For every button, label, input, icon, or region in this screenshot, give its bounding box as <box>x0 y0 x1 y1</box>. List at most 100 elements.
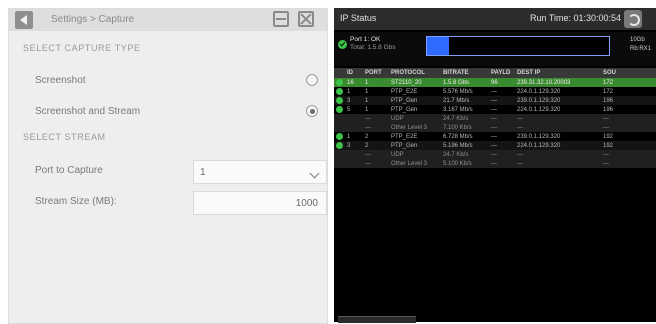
radio-screenshot-stream[interactable] <box>306 105 318 117</box>
table-cell: 5.576 Mb/s <box>441 87 489 96</box>
table-row[interactable]: 16 1 ST2110_20 1.5.8 Gbs 96 239.31.32.10.2000… <box>334 78 656 87</box>
table-cell: — <box>601 114 656 123</box>
table-cell: 1 <box>363 105 389 114</box>
table-row[interactable]: — Other Level 3 7.100 Kb/s — — — <box>334 123 656 132</box>
column-header[interactable]: BITRATE <box>441 68 489 78</box>
table-cell: — <box>515 159 601 168</box>
table-cell: — <box>601 123 656 132</box>
table-cell: 21.7 Mb/s <box>441 96 489 105</box>
table-cell: PTP_Gen <box>389 141 441 150</box>
table-cell: — <box>489 150 515 159</box>
port-status-text: Port 1: OK <box>350 36 381 43</box>
table-cell: Other Level 3 <box>389 159 441 168</box>
table-cell: — <box>489 132 515 141</box>
status-ok-icon <box>336 87 343 95</box>
table-cell: — <box>363 114 389 123</box>
capture-settings-panel: Settings > Capture SELECT CAPTURE TYPE S… <box>8 8 328 324</box>
column-header[interactable]: PORT <box>363 68 389 78</box>
table-cell: — <box>489 87 515 96</box>
table-cell: 224.0.1.129.320 <box>515 105 601 114</box>
column-header[interactable]: SOU <box>601 68 656 78</box>
table-cell: 96 <box>489 78 515 87</box>
table-cell: 1 <box>363 96 389 105</box>
table-cell: 7.100 Kb/s <box>441 123 489 132</box>
breadcrumb: Settings > Capture <box>51 14 135 25</box>
table-cell: 1 <box>345 87 363 96</box>
table-cell <box>334 87 345 96</box>
table-cell <box>345 123 363 132</box>
port-ok-icon <box>338 40 347 49</box>
column-header[interactable]: PROTOCOL <box>389 68 441 78</box>
settings-title-bar: Settings > Capture <box>9 9 327 31</box>
stream-size-label: Stream Size (MB): <box>35 196 117 207</box>
port-select[interactable]: 1 <box>193 160 327 184</box>
table-cell: UDP <box>389 114 441 123</box>
close-icon[interactable] <box>298 11 314 27</box>
column-header[interactable]: PAYLD <box>489 68 515 78</box>
table-row[interactable]: — UDP 24.7 Kb/s — — — <box>334 114 656 123</box>
column-header[interactable]: DEST IP <box>515 68 601 78</box>
table-cell: 224.0.1.129.320 <box>515 87 601 96</box>
column-header[interactable] <box>334 68 345 78</box>
table-row[interactable]: 5 1 PTP_Gen 3.167 Mb/s —224.0.1.129.320 196 <box>334 105 656 114</box>
link-rx: Rb:RX1 <box>630 46 652 52</box>
table-cell: — <box>489 123 515 132</box>
status-ok-icon <box>336 96 343 104</box>
table-cell: 6.728 Mb/s <box>441 132 489 141</box>
table-cell: — <box>363 123 389 132</box>
table-cell <box>345 159 363 168</box>
table-row[interactable]: — UDP 24.7 Kb/s — — — <box>334 150 656 159</box>
radio-screenshot[interactable] <box>306 74 318 86</box>
table-cell: 5.196 Mb/s <box>441 141 489 150</box>
table-cell: PTP_E2E <box>389 132 441 141</box>
table-cell: 3.167 Mb/s <box>441 105 489 114</box>
refresh-button[interactable] <box>624 10 642 28</box>
table-row[interactable]: — Other Level 3 5.100 Kb/s — — — <box>334 159 656 168</box>
table-cell: PTP_E2E <box>389 87 441 96</box>
table-cell: — <box>489 96 515 105</box>
table-cell <box>334 78 345 87</box>
table-cell: UDP <box>389 150 441 159</box>
section-select-stream: SELECT STREAM <box>23 132 106 142</box>
back-button[interactable] <box>15 11 33 29</box>
stream-size-input[interactable]: 1000 <box>193 191 327 215</box>
chevron-down-icon <box>309 168 320 179</box>
port-info: Port 1: OK Total: 1.5.8 Gbs <box>350 36 396 52</box>
table-row[interactable]: 3 2 PTP_Gen 5.196 Mb/s —224.0.1.129.320 192 <box>334 141 656 150</box>
table-cell: — <box>489 105 515 114</box>
table-cell: ST2110_20 <box>389 78 441 87</box>
split-view-icon[interactable] <box>273 11 289 27</box>
table-cell <box>334 150 345 159</box>
table-row[interactable]: 3 1 PTP_Gen 21.7 Mb/s —239.0.1.129.320 196 <box>334 96 656 105</box>
table-cell: — <box>515 123 601 132</box>
back-arrow-icon <box>20 15 27 25</box>
table-cell: 224.0.1.129.320 <box>515 141 601 150</box>
port-total-text: Total: 1.5.8 Gbs <box>350 44 396 51</box>
table-cell: 2 <box>363 141 389 150</box>
table-cell: PTP_Gen <box>389 105 441 114</box>
option-screenshot-stream-label: Screenshot and Stream <box>35 106 141 117</box>
table-cell: — <box>363 150 389 159</box>
table-cell: 24.7 Kb/s <box>441 114 489 123</box>
table-row[interactable]: 1 2 PTP_E2E 6.728 Mb/s —239.0.1.129.320 192 <box>334 132 656 141</box>
run-time: Run Time: 01:30:00:54 <box>530 13 622 23</box>
status-title: IP Status <box>340 13 377 23</box>
port-to-capture-label: Port to Capture <box>35 165 103 176</box>
table-cell <box>345 150 363 159</box>
table-cell <box>334 123 345 132</box>
table-row[interactable]: 1 1 PTP_E2E 5.576 Mb/s —224.0.1.129.320 172 <box>334 87 656 96</box>
table-cell: 24.7 Kb/s <box>441 150 489 159</box>
table-cell: 16 <box>345 78 363 87</box>
table-cell: — <box>515 150 601 159</box>
table-cell: — <box>489 159 515 168</box>
table-cell: 1 <box>363 87 389 96</box>
table-cell <box>334 141 345 150</box>
section-capture-type: SELECT CAPTURE TYPE <box>23 43 141 53</box>
table-cell: PTP_Gen <box>389 96 441 105</box>
bandwidth-gauge <box>426 36 610 56</box>
bandwidth-gauge-fill <box>427 37 449 55</box>
port-select-value: 1 <box>200 167 206 178</box>
table-cell: 172 <box>601 78 656 87</box>
column-header[interactable]: ID <box>345 68 363 78</box>
status-title-bar: IP Status Run Time: 01:30:00:54 <box>334 8 656 30</box>
